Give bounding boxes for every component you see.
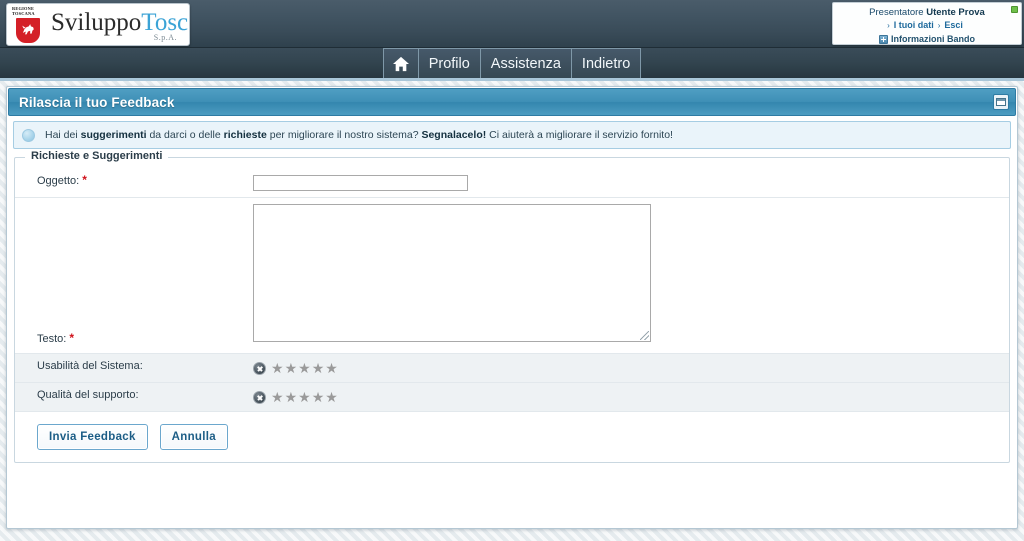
regione-toscana-crest-icon: REGIONE TOSCANA (10, 6, 46, 44)
user-role-line: Presentatore Utente Prova (839, 6, 1015, 19)
logo-word-sviluppo: Sviluppo (51, 9, 142, 36)
nav-item-profilo[interactable]: Profilo (419, 49, 481, 78)
form-actions: Invia Feedback Annulla (15, 412, 1009, 452)
form-row-usabilita: Usabilità del Sistema: ★ ★ ★ ★ ★ (15, 353, 1009, 383)
required-marker-testo: * (69, 331, 75, 345)
user-links: › I tuoi dati › Esci (839, 19, 1015, 32)
logo-word-toscana: Toscana (141, 9, 189, 36)
plus-square-icon (879, 34, 888, 44)
field-cell-testo (247, 197, 1009, 354)
logo-wordmark: SviluppoToscana (51, 9, 189, 36)
fieldset-legend: Richieste e Suggerimenti (25, 150, 169, 162)
clear-rating-icon-qualita[interactable] (253, 390, 266, 404)
stars-usabilita: ★ ★ ★ ★ ★ (271, 361, 338, 375)
logo[interactable]: REGIONE TOSCANA SviluppoToscana S.p.A. (6, 3, 190, 46)
star-2[interactable]: ★ (285, 361, 298, 375)
restore-window-button[interactable] (993, 94, 1009, 110)
notice-text-3: per migliorare il nostro sistema? (266, 128, 422, 141)
label-testo: Testo: (37, 333, 67, 345)
star-1[interactable]: ★ (271, 361, 284, 375)
link-i-tuoi-dati[interactable]: I tuoi dati (894, 20, 934, 30)
pegasus-icon (22, 24, 34, 35)
nav-item-assistenza[interactable]: Assistenza (481, 49, 572, 78)
info-bando-row[interactable]: Informazioni Bando (839, 32, 1015, 46)
form-row-qualita: Qualità del supporto: ★ ★ ★ ★ ★ (15, 382, 1009, 412)
label-usabilita: Usabilità del Sistema: (37, 360, 143, 372)
panel-title-bar: Rilascia il tuo Feedback (8, 88, 1016, 116)
notice-text-1: Hai dei (45, 128, 81, 141)
user-panel: Presentatore Utente Prova › I tuoi dati › E… (832, 2, 1022, 45)
notice-text: Hai dei suggerimenti da darci o delle ri… (45, 129, 673, 142)
star-5[interactable]: ★ (325, 390, 338, 404)
notice-text-2: da darci o delle (146, 128, 224, 141)
label-cell-oggetto: Oggetto: * (15, 167, 247, 198)
home-icon (392, 56, 409, 71)
chevron-right-icon-1: › (887, 21, 890, 30)
label-cell-qualita: Qualità del supporto: (15, 382, 247, 412)
notice-bold-1: suggerimenti (80, 128, 147, 141)
form-row-testo: Testo: * (15, 197, 1009, 354)
nav-item-indietro[interactable]: Indietro (572, 49, 640, 78)
annulla-button[interactable]: Annulla (159, 424, 228, 450)
main-navigation: Profilo Assistenza Indietro (0, 48, 1024, 81)
notice-bold-2: richieste (223, 128, 267, 141)
nav-group: Profilo Assistenza Indietro (382, 48, 642, 78)
field-cell-qualita: ★ ★ ★ ★ ★ (247, 382, 1009, 412)
crest-shield (15, 16, 41, 44)
crest-line-2: TOSCANA (12, 10, 35, 16)
rating-usabilita: ★ ★ ★ ★ ★ (253, 360, 1009, 376)
notice-text-4: Ci aiuterà a migliorare il servizio forn… (486, 128, 673, 141)
star-1[interactable]: ★ (271, 390, 284, 404)
form-fieldset: Richieste e Suggerimenti Oggetto: * Test… (14, 150, 1010, 463)
textarea-wrapper (253, 204, 651, 342)
rating-qualita: ★ ★ ★ ★ ★ (253, 389, 1009, 405)
star-3[interactable]: ★ (298, 361, 311, 375)
chevron-right-icon-2: › (937, 21, 941, 30)
form-table: Oggetto: * Testo: * Usabilità del Sistem… (15, 167, 1009, 412)
oggetto-input[interactable] (253, 175, 468, 191)
field-cell-oggetto (247, 167, 1009, 198)
panel-status-dot-icon[interactable] (1011, 6, 1018, 13)
page-title: Rilascia il tuo Feedback (19, 94, 175, 110)
label-cell-usabilita: Usabilità del Sistema: (15, 353, 247, 383)
link-informazioni-bando: Informazioni Bando (891, 34, 975, 44)
info-bubble-icon (22, 128, 35, 142)
notice-bold-3: Segnalacelo! (421, 128, 487, 141)
site-header: REGIONE TOSCANA SviluppoToscana S.p.A. P… (0, 0, 1024, 48)
info-notice: Hai dei suggerimenti da darci o delle ri… (13, 121, 1011, 149)
restore-window-icon (996, 98, 1006, 106)
label-oggetto: Oggetto: (37, 175, 80, 187)
label-qualita: Qualità del supporto: (37, 389, 139, 401)
required-marker-oggetto: * (82, 173, 87, 187)
star-4[interactable]: ★ (312, 361, 325, 375)
page-root: REGIONE TOSCANA SviluppoToscana S.p.A. P… (0, 0, 1024, 541)
logo-suffix: S.p.A. (153, 33, 177, 42)
star-4[interactable]: ★ (312, 390, 325, 404)
user-role-prefix: Presentatore (869, 7, 927, 18)
form-row-oggetto: Oggetto: * (15, 167, 1009, 198)
field-cell-usabilita: ★ ★ ★ ★ ★ (247, 353, 1009, 383)
user-name: Utente Prova (926, 7, 985, 18)
content-panel: Rilascia il tuo Feedback Hai dei suggeri… (6, 86, 1018, 529)
testo-textarea[interactable] (253, 204, 651, 342)
label-cell-testo: Testo: * (15, 197, 247, 354)
star-5[interactable]: ★ (325, 361, 338, 375)
nav-item-home[interactable] (384, 49, 419, 78)
stars-qualita: ★ ★ ★ ★ ★ (271, 390, 338, 404)
star-3[interactable]: ★ (298, 390, 311, 404)
clear-rating-icon-usabilita[interactable] (253, 361, 266, 375)
star-2[interactable]: ★ (285, 390, 298, 404)
link-esci[interactable]: Esci (944, 20, 963, 30)
invia-feedback-button[interactable]: Invia Feedback (37, 424, 148, 450)
